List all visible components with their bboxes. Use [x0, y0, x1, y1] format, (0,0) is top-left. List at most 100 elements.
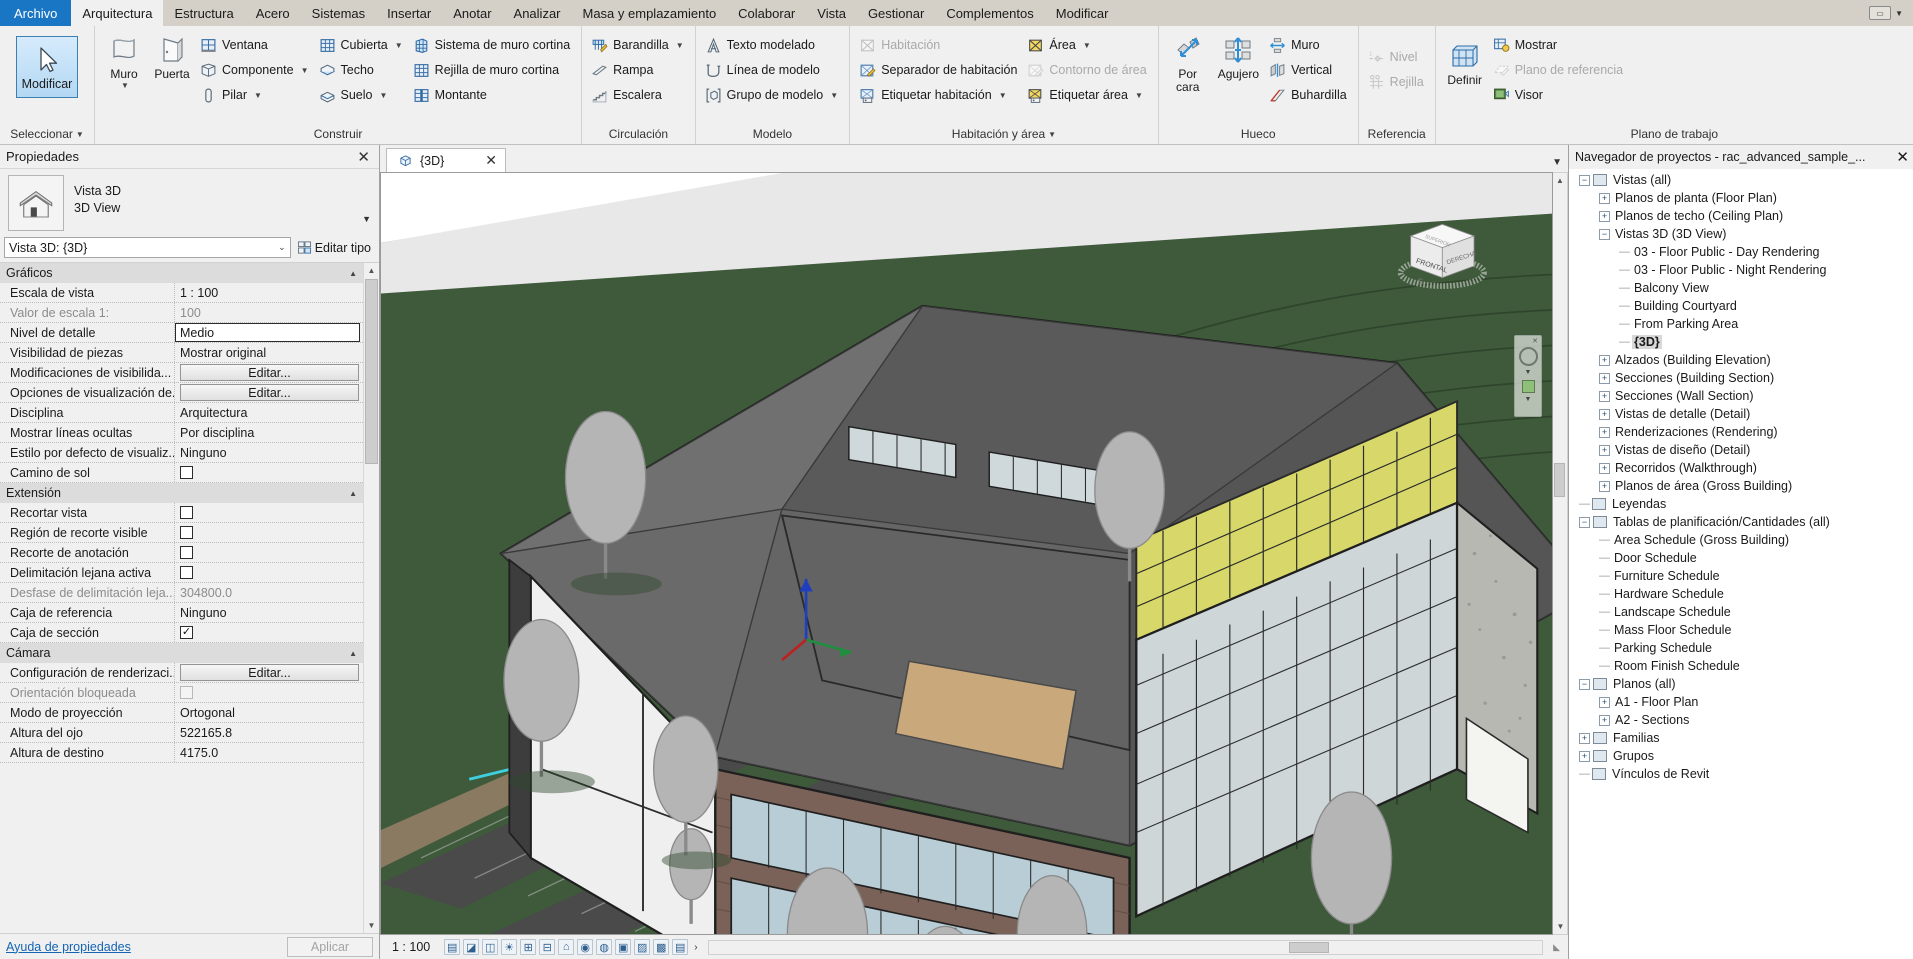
navigation-bar[interactable]: ✕ ▼ ▼ [1514, 335, 1542, 417]
chevron-down-icon[interactable]: ▼ [362, 214, 371, 224]
tree-node[interactable]: + Alzados (Building Elevation) [1573, 351, 1913, 369]
property-value[interactable]: 4175.0 [175, 743, 363, 762]
tree-node[interactable]: — Room Finish Schedule [1573, 657, 1913, 675]
3d-view-canvas[interactable]: FRONTAL DERECHA SUPERIOR S ✕ ▼ ▼ [380, 172, 1553, 935]
expand-icon[interactable]: + [1599, 426, 1610, 438]
collapse-ribbon-icon[interactable]: ▼ [1552, 157, 1562, 168]
floor-button[interactable]: Suelo ▼ [316, 83, 408, 107]
chevron-down-icon[interactable]: ▼ [379, 91, 387, 100]
scroll-up-icon[interactable]: ▲ [364, 263, 379, 278]
property-value[interactable]: Ninguno [175, 603, 363, 622]
expand-icon[interactable]: + [1599, 192, 1610, 204]
show-workplane-button[interactable]: Mostrar [1490, 33, 1628, 57]
project-browser-tree[interactable]: − Vistas (all) + Planos de planta (Floor Pl… [1569, 169, 1913, 959]
property-group-header[interactable]: Cámara ▲ [0, 643, 363, 663]
curtain-grid-button[interactable]: Rejilla de muro cortina [410, 58, 575, 82]
property-row[interactable]: Escala de vista 1 : 100 [0, 283, 363, 303]
property-edit-cell[interactable]: Editar... [175, 363, 363, 382]
zoom-tool-icon[interactable] [1521, 380, 1535, 393]
close-icon[interactable]: ✕ [1892, 148, 1909, 166]
property-row[interactable]: Configuración de renderizaci... Editar... [0, 663, 363, 683]
property-row[interactable]: Recorte de anotación [0, 543, 363, 563]
tree-node[interactable]: — Balcony View [1573, 279, 1913, 297]
expand-icon[interactable]: + [1599, 444, 1610, 456]
properties-help-link[interactable]: Ayuda de propiedades [6, 940, 131, 954]
chevron-down-icon[interactable]: ▼ [1083, 41, 1091, 50]
collapse-icon[interactable]: − [1599, 228, 1610, 240]
model-group-button[interactable]: Grupo de modelo ▼ [702, 83, 844, 107]
tab-colaborar[interactable]: Colaborar [727, 0, 806, 26]
viewer-button[interactable]: Visor [1490, 83, 1628, 107]
property-row[interactable]: Opciones de visualización de... Editar... [0, 383, 363, 403]
tree-node[interactable]: — From Parking Area [1573, 315, 1913, 333]
property-group-header[interactable]: Gráficos ▲ [0, 263, 363, 283]
shaft-button[interactable]: Agujero [1213, 32, 1264, 83]
property-value-editing[interactable]: Medio [175, 323, 360, 342]
property-value[interactable]: Ortogonal [175, 703, 363, 722]
property-value[interactable]: 1 : 100 [175, 283, 363, 302]
tab-gestionar[interactable]: Gestionar [857, 0, 935, 26]
checkbox-unchecked[interactable] [180, 466, 193, 479]
scrollbar-thumb[interactable] [365, 279, 378, 464]
tree-node[interactable]: — Mass Floor Schedule [1573, 621, 1913, 639]
tree-node[interactable]: + Planos de planta (Floor Plan) [1573, 189, 1913, 207]
analytical-model-icon[interactable]: ▨ [634, 939, 651, 955]
close-icon[interactable]: ✕ [1532, 338, 1538, 345]
tree-node[interactable]: — Leyendas [1573, 495, 1913, 513]
component-button[interactable]: Componente ▼ [197, 58, 314, 82]
chevron-down-icon[interactable]: ▼ [121, 81, 129, 90]
ceiling-button[interactable]: Techo [316, 58, 408, 82]
shadows-icon[interactable]: ◪ [463, 939, 480, 955]
property-value[interactable]: Ninguno [175, 443, 363, 462]
tag-area-button[interactable]: Etiquetar área ▼ [1024, 83, 1151, 107]
lock-3d-view-icon[interactable]: ⌂ [558, 939, 575, 955]
chevron-down-icon[interactable]: ▼ [395, 41, 403, 50]
property-row[interactable]: Nivel de detalle Medio [0, 323, 363, 343]
tree-node[interactable]: + Secciones (Building Section) [1573, 369, 1913, 387]
tree-node[interactable]: — 03 - Floor Public - Night Rendering [1573, 261, 1913, 279]
tab-masa-y-emplazamiento[interactable]: Masa y emplazamiento [572, 0, 728, 26]
property-edit-cell[interactable]: Editar... [175, 663, 363, 682]
tree-node[interactable]: − Vistas (all) [1573, 171, 1913, 189]
expand-icon[interactable]: + [1599, 408, 1610, 420]
property-row[interactable]: Caja de sección ✓ [0, 623, 363, 643]
scrollbar-thumb[interactable] [1554, 463, 1565, 497]
sun-path-icon[interactable]: ☀ [501, 939, 518, 955]
property-checkbox-cell[interactable]: ✓ [175, 623, 363, 642]
chevron-down-icon[interactable]: ▼ [1135, 91, 1143, 100]
property-row[interactable]: Altura del ojo 522165.8 [0, 723, 363, 743]
property-checkbox-cell[interactable] [175, 503, 363, 522]
property-row[interactable]: Desfase de delimitación leja... 304800.0 [0, 583, 363, 603]
type-selector[interactable]: Vista 3D: {3D} ⌄ [4, 237, 291, 258]
door-button[interactable]: Puerta [149, 32, 195, 83]
property-row[interactable]: Delimitación lejana activa [0, 563, 363, 583]
property-row[interactable]: Altura de destino 4175.0 [0, 743, 363, 763]
tree-node[interactable]: + Recorridos (Walkthrough) [1573, 459, 1913, 477]
property-row[interactable]: Región de recorte visible [0, 523, 363, 543]
collapse-icon[interactable]: ▲ [349, 269, 357, 278]
panel-habitacion-area-title[interactable]: Habitación y área ▼ [850, 124, 1158, 144]
tree-node[interactable]: + A1 - Floor Plan [1573, 693, 1913, 711]
edit-type-button[interactable]: Editar tipo [295, 240, 373, 255]
set-workplane-button[interactable]: Definir [1442, 38, 1488, 89]
tab-modificar[interactable]: Modificar [1045, 0, 1120, 26]
collapse-icon[interactable]: − [1579, 174, 1590, 186]
scroll-down-icon[interactable]: ▼ [364, 918, 379, 933]
curtain-system-button[interactable]: Sistema de muro cortina [410, 33, 575, 57]
apply-button[interactable]: Aplicar [287, 936, 373, 957]
checkbox-unchecked[interactable] [180, 566, 193, 579]
tree-node[interactable]: + Grupos [1573, 747, 1913, 765]
highlight-displacement-icon[interactable]: ▩ [653, 939, 670, 955]
reveal-constraints-icon[interactable]: ▤ [672, 939, 689, 955]
tree-node[interactable]: — Landscape Schedule [1573, 603, 1913, 621]
view-scale-label[interactable]: 1 : 100 [384, 940, 438, 954]
expand-icon[interactable]: + [1579, 732, 1590, 744]
checkbox-unchecked[interactable] [180, 686, 193, 699]
expand-icon[interactable]: + [1599, 696, 1610, 708]
tab-complementos[interactable]: Complementos [935, 0, 1044, 26]
show-crop-icon[interactable]: ⊟ [539, 939, 556, 955]
property-group-header[interactable]: Extensión ▲ [0, 483, 363, 503]
properties-scrollbar[interactable]: ▲ ▼ [363, 263, 379, 933]
property-row[interactable]: Modo de proyección Ortogonal [0, 703, 363, 723]
level-button[interactable]: 1 Nivel [1365, 45, 1429, 69]
